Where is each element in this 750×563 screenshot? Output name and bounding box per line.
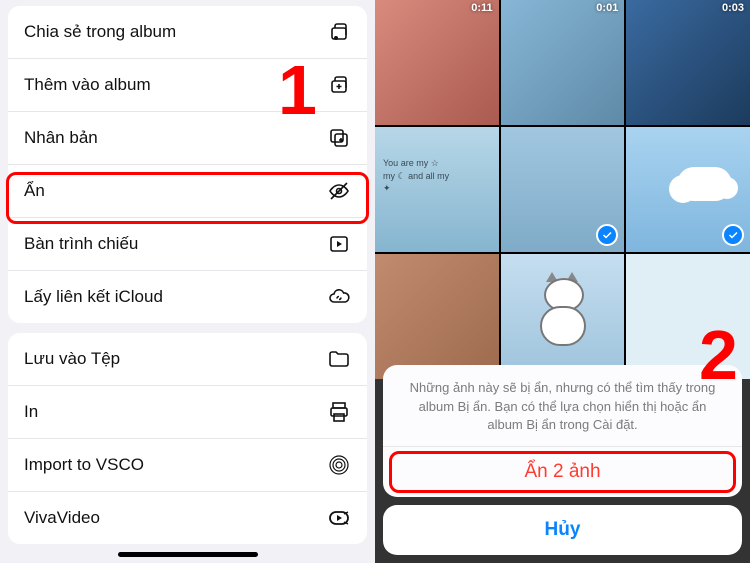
album-share-icon xyxy=(327,20,351,44)
menu-label: Lấy liên kết iCloud xyxy=(24,287,163,307)
photo-thumbnail-selected[interactable] xyxy=(501,127,625,252)
hide-photos-button[interactable]: Ẩn 2 ảnh xyxy=(383,446,742,497)
menu-item-hide[interactable]: Ẩn xyxy=(8,164,367,217)
menu-label: Chia sẻ trong album xyxy=(24,22,176,42)
hide-icon xyxy=(327,179,351,203)
photo-thumbnail[interactable]: 0:01 xyxy=(501,0,625,125)
annotation-step-1: 1 xyxy=(278,50,317,130)
menu-label: Thêm vào album xyxy=(24,75,151,95)
menu-item-slideshow[interactable]: Bàn trình chiếu xyxy=(8,217,367,270)
photo-thumbnail-selected[interactable] xyxy=(626,127,750,252)
photo-quote-text: You are my ☆ my ☾ and all my ✦ xyxy=(383,157,449,195)
photo-thumbnail[interactable] xyxy=(375,254,499,379)
action-sheet: Những ảnh này sẽ bị ẩn, nhưng có thể tìm… xyxy=(383,365,742,555)
slideshow-icon xyxy=(327,232,351,256)
menu-group-2: Lưu vào Tệp In Import to VSCO VivaVideo xyxy=(8,333,367,544)
selection-checkmark-icon xyxy=(722,224,744,246)
photo-thumbnail[interactable]: You are my ☆ my ☾ and all my ✦ xyxy=(375,127,499,252)
menu-label: VivaVideo xyxy=(24,508,100,528)
hide-photos-label: Ẩn 2 ảnh xyxy=(524,461,600,482)
icloud-link-icon xyxy=(327,285,351,309)
menu-label: Nhân bản xyxy=(24,128,98,148)
action-sheet-message: Những ảnh này sẽ bị ẩn, nhưng có thể tìm… xyxy=(383,365,742,446)
cloud-graphic xyxy=(677,167,732,201)
video-duration: 0:03 xyxy=(722,2,744,14)
photo-thumbnail[interactable]: 0:11 xyxy=(375,0,499,125)
menu-label: In xyxy=(24,402,38,422)
cancel-button[interactable]: Hủy xyxy=(383,505,742,555)
home-indicator[interactable] xyxy=(118,552,258,557)
cancel-label: Hủy xyxy=(545,519,581,540)
menu-label: Lưu vào Tệp xyxy=(24,349,120,369)
photos-grid-panel: 0:11 0:01 0:03 You are my ☆ my ☾ and all… xyxy=(375,0,750,563)
print-icon xyxy=(327,400,351,424)
vsco-icon xyxy=(327,453,351,477)
folder-icon xyxy=(327,347,351,371)
menu-item-icloud-link[interactable]: Lấy liên kết iCloud xyxy=(8,270,367,323)
selection-checkmark-icon xyxy=(596,224,618,246)
annotation-step-2: 2 xyxy=(699,315,738,395)
video-duration: 0:11 xyxy=(471,2,492,14)
share-sheet-menu: Chia sẻ trong album Thêm vào album Nhân … xyxy=(0,0,375,563)
menu-item-print[interactable]: In xyxy=(8,385,367,438)
menu-item-import-vsco[interactable]: Import to VSCO xyxy=(8,438,367,491)
photo-thumbnail[interactable]: 0:03 xyxy=(626,0,750,125)
photo-thumbnail[interactable] xyxy=(501,254,625,379)
vivavideo-icon xyxy=(327,506,351,530)
menu-label: Import to VSCO xyxy=(24,455,144,475)
menu-item-save-to-files[interactable]: Lưu vào Tệp xyxy=(8,333,367,385)
menu-label: Ẩn xyxy=(24,181,45,201)
album-add-icon xyxy=(327,73,351,97)
photo-grid: 0:11 0:01 0:03 You are my ☆ my ☾ and all… xyxy=(375,0,750,379)
action-sheet-card: Những ảnh này sẽ bị ẩn, nhưng có thể tìm… xyxy=(383,365,742,497)
cat-graphic xyxy=(536,274,591,349)
duplicate-icon xyxy=(327,126,351,150)
menu-item-vivavideo[interactable]: VivaVideo xyxy=(8,491,367,544)
video-duration: 0:01 xyxy=(596,2,618,14)
menu-label: Bàn trình chiếu xyxy=(24,234,138,254)
